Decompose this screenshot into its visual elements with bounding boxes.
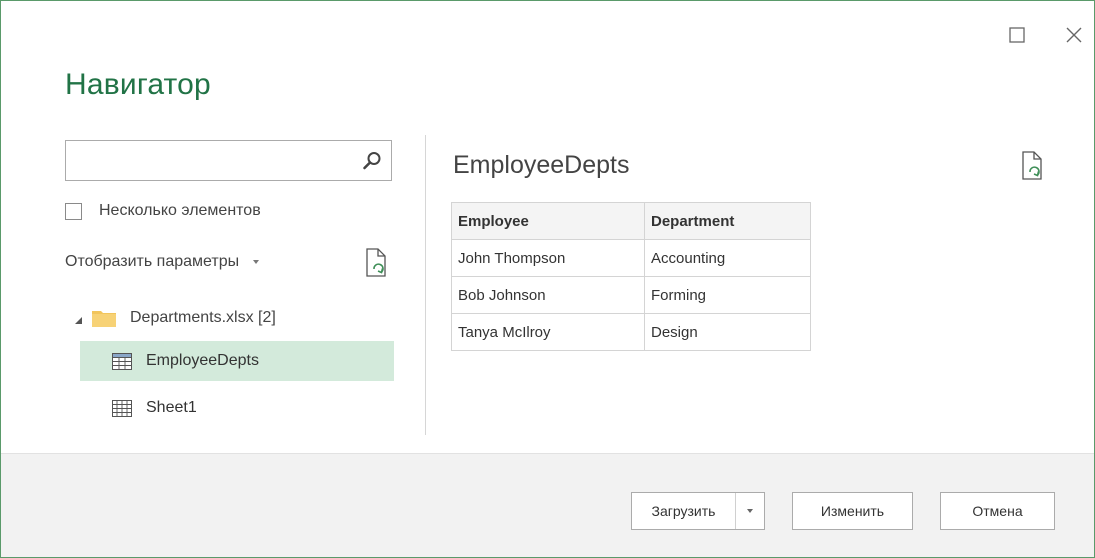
table-row: John Thompson Accounting	[451, 239, 811, 277]
tree-item-sheet1[interactable]: Sheet1	[80, 388, 394, 428]
load-split-button[interactable]: Загрузить	[631, 492, 765, 530]
tree-folder-departments[interactable]: Departments.xlsx [2]	[75, 304, 276, 332]
tree-item-label: Sheet1	[146, 399, 197, 416]
expand-arrow-icon[interactable]	[75, 316, 82, 324]
column-header-department: Department	[644, 202, 811, 240]
maximize-button[interactable]	[999, 17, 1035, 53]
multiple-items-checkbox[interactable]	[65, 202, 82, 220]
cancel-button[interactable]: Отмена	[940, 492, 1055, 530]
chevron-down-icon	[747, 509, 753, 513]
table-cell: Tanya McIlroy	[451, 313, 645, 351]
refresh-preview-icon[interactable]	[1019, 150, 1047, 182]
load-options-dropdown[interactable]	[736, 493, 764, 529]
tree-folder-label: Departments.xlsx [2]	[130, 309, 276, 326]
tree-item-label: EmployeeDepts	[146, 352, 259, 369]
table-cell: Forming	[644, 276, 811, 314]
table-row: Tanya McIlroy Design	[451, 313, 811, 351]
table-cell: Accounting	[644, 239, 811, 277]
search-input[interactable]	[66, 141, 346, 180]
preview-title: EmployeeDepts	[453, 151, 630, 179]
maximize-icon	[1009, 27, 1025, 43]
column-header-employee: Employee	[451, 202, 645, 240]
table-cell: Design	[644, 313, 811, 351]
multiple-items-label: Несколько элементов	[99, 202, 261, 219]
sheet-icon	[112, 399, 132, 417]
preview-table: Employee Department John Thompson Accoun…	[451, 202, 811, 351]
table-cell: Bob Johnson	[451, 276, 645, 314]
display-options-label: Отобразить параметры	[65, 253, 240, 270]
close-button[interactable]	[1056, 17, 1092, 53]
pane-divider[interactable]	[425, 135, 426, 435]
load-button[interactable]: Загрузить	[632, 493, 736, 529]
multiple-items-option[interactable]: Несколько элементов	[65, 202, 261, 220]
edit-button[interactable]: Изменить	[792, 492, 913, 530]
search-icon[interactable]	[361, 150, 383, 172]
chevron-down-icon	[253, 260, 260, 264]
tree-item-employeedepts[interactable]: EmployeeDepts	[80, 341, 394, 381]
close-icon	[1066, 27, 1082, 43]
refresh-icon[interactable]	[363, 247, 391, 279]
table-icon	[112, 352, 132, 370]
search-box[interactable]	[65, 140, 392, 181]
display-options-dropdown[interactable]: Отобразить параметры	[65, 253, 260, 271]
dialog-title: Навигатор	[65, 68, 211, 101]
table-row: Bob Johnson Forming	[451, 276, 811, 314]
table-header-row: Employee Department	[451, 202, 811, 240]
folder-icon	[92, 311, 116, 327]
footer-bar	[1, 453, 1094, 557]
table-cell: John Thompson	[451, 239, 645, 277]
navigator-window: Навигатор Несколько элементов Отобразить…	[0, 0, 1095, 558]
